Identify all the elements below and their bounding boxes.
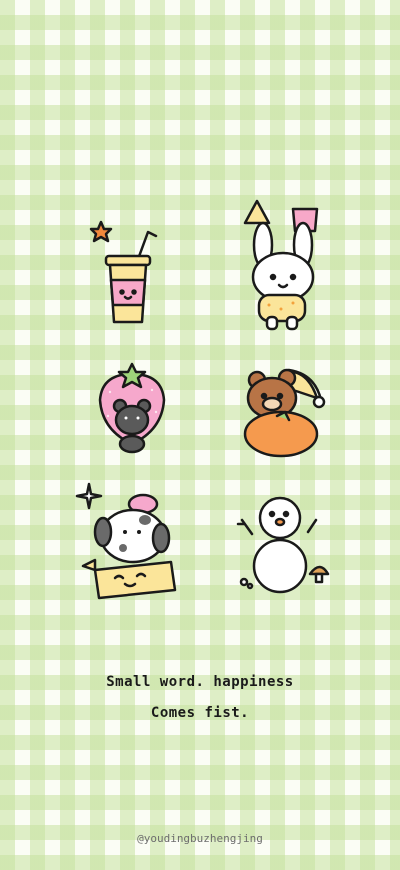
- caption-line-1: Small word. happiness: [106, 674, 294, 690]
- snowman-sticker: [236, 496, 330, 594]
- drink-cup-sticker: [89, 220, 158, 324]
- caption-line-2: Comes fist.: [150, 705, 250, 721]
- strawberry-bear-sticker: [98, 362, 166, 454]
- puppy-in-box-sticker: [75, 482, 177, 600]
- bunny-sticker: [243, 199, 319, 331]
- orange-bear-sticker: [243, 368, 326, 458]
- watermark-handle: @youdingbuzhengjing: [137, 832, 263, 845]
- gingham-background: [0, 0, 400, 870]
